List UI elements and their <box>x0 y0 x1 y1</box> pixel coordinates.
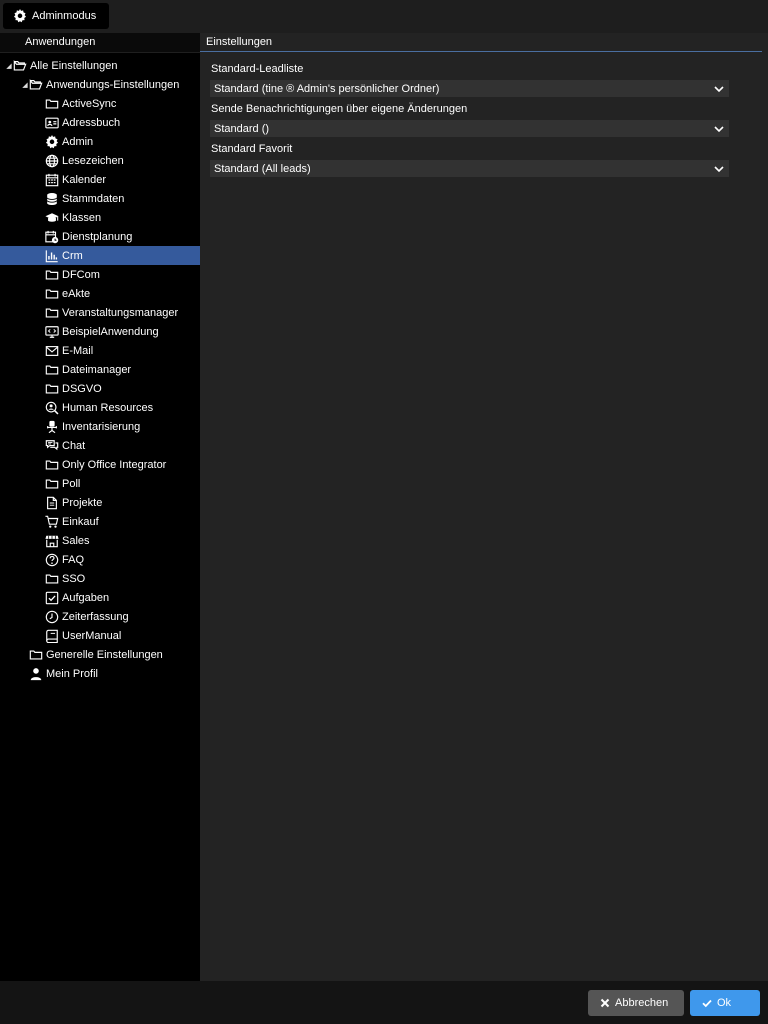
document-icon <box>45 496 59 510</box>
sidebar-header: Anwendungen <box>0 33 200 53</box>
settings-panel: Einstellungen Standard-Leadliste Standar… <box>200 33 768 981</box>
chevron-down-icon <box>714 85 724 92</box>
folder-icon <box>45 458 59 472</box>
graduation-cap-icon <box>45 211 59 225</box>
question-circle-icon <box>45 553 59 567</box>
top-toolbar: Adminmodus <box>0 0 768 33</box>
folder-icon <box>45 268 59 282</box>
adminmodus-label: Adminmodus <box>32 10 97 22</box>
calendar-icon <box>45 173 59 187</box>
close-icon <box>600 998 610 1008</box>
dialog-footer: Abbrechen Ok <box>0 981 768 1024</box>
check-icon <box>702 999 712 1008</box>
tree-item-label: Kalender <box>62 173 107 186</box>
gear-icon <box>45 134 59 149</box>
sidebar: Anwendungen ◢ Alle Einstellungen ◢ Anwendun… <box>0 33 237 981</box>
folder-icon <box>45 306 59 320</box>
store-icon <box>45 534 59 548</box>
cancel-label: Abbrechen <box>615 997 669 1009</box>
tree-item-label: Lesezeichen <box>62 154 124 167</box>
tree-item-mein-profil[interactable]: Mein Profil <box>0 664 221 683</box>
folder-icon <box>45 572 59 586</box>
chevron-down-icon <box>714 125 724 132</box>
tree-item-label: SSO <box>62 572 86 585</box>
folder-open-icon <box>29 78 43 92</box>
favorit-select[interactable]: Standard (All leads) <box>210 160 729 177</box>
notifications-value: Standard () <box>214 122 270 135</box>
tree-item-label: Anwendungs-Einstellungen <box>46 78 180 91</box>
tree-item-label: Einkauf <box>62 515 99 528</box>
tree-item-label: Poll <box>62 477 81 490</box>
tree-item-label: Crm <box>62 249 83 262</box>
book-icon <box>45 629 59 643</box>
tree-item-label: Sales <box>62 534 90 547</box>
ok-label: Ok <box>717 997 732 1009</box>
leadliste-select[interactable]: Standard (tine ® Admin's persönlicher Or… <box>210 80 729 97</box>
address-card-icon <box>45 116 59 130</box>
tree-item-label: Generelle Einstellungen <box>46 648 163 661</box>
folder-icon <box>45 382 59 396</box>
office-chair-icon <box>45 420 59 434</box>
field-label-notifications: Sende Benachrichtigungen über eigene Änd… <box>211 103 468 115</box>
tree-item-label: Alle Einstellungen <box>30 59 118 72</box>
tree-item-label: Dienstplanung <box>62 230 133 243</box>
leadliste-value: Standard (tine ® Admin's persönlicher Or… <box>214 82 440 95</box>
user-icon <box>29 667 43 681</box>
expand-arrow-icon[interactable]: ◢ <box>5 62 13 70</box>
tree-item-label: BeispielAnwendung <box>62 325 159 338</box>
tree-item-label: Inventarisierung <box>62 420 141 433</box>
envelope-icon <box>45 344 59 358</box>
clock-icon <box>45 610 59 624</box>
tree-item-generelle-einstellungen[interactable]: Generelle Einstellungen <box>0 645 221 664</box>
tree-item-label: E-Mail <box>62 344 94 357</box>
bar-chart-icon <box>45 249 59 263</box>
tree-item-alle-einstellungen[interactable]: ◢ Alle Einstellungen <box>0 56 205 75</box>
cart-icon <box>45 515 59 529</box>
folder-icon <box>45 363 59 377</box>
database-icon <box>45 192 59 206</box>
field-label-leadliste: Standard-Leadliste <box>211 63 304 75</box>
cancel-button[interactable]: Abbrechen <box>588 990 684 1016</box>
tree-item-anwendungs-einstellungen[interactable]: ◢ Anwendungs-Einstellungen <box>0 75 221 94</box>
tree-item-label: Klassen <box>62 211 102 224</box>
tree-item-label: Human Resources <box>62 401 154 414</box>
tree-item-label: Adressbuch <box>62 116 121 129</box>
folder-icon <box>45 287 59 301</box>
tree-item-label: Mein Profil <box>46 667 98 680</box>
adminmodus-button[interactable]: Adminmodus <box>3 3 109 29</box>
folder-icon <box>45 97 59 111</box>
chat-icon <box>45 439 59 453</box>
tree-item-label: Only Office Integrator <box>62 458 167 471</box>
tree-item-label: Stammdaten <box>62 192 125 205</box>
globe-icon <box>45 154 59 168</box>
tree-item-label: FAQ <box>62 553 85 566</box>
tree-item-label: eAkte <box>62 287 91 300</box>
folder-open-icon <box>13 59 27 73</box>
tree-item-label: DSGVO <box>62 382 102 395</box>
field-label-favorit: Standard Favorit <box>211 143 293 155</box>
tree-item-label: Veranstaltungsmanager <box>62 306 179 319</box>
tree-item-label: Chat <box>62 439 86 452</box>
ok-button[interactable]: Ok <box>690 990 760 1016</box>
expand-arrow-icon[interactable]: ◢ <box>21 81 29 89</box>
chevron-down-icon <box>714 165 724 172</box>
folder-icon <box>29 648 43 662</box>
checkbox-icon <box>45 591 59 605</box>
tree-item-label: Dateimanager <box>62 363 132 376</box>
user-search-icon <box>45 401 59 415</box>
tree-item-label: ActiveSync <box>62 97 117 110</box>
tree-item-label: Aufgaben <box>62 591 110 604</box>
favorit-value: Standard (All leads) <box>214 162 311 175</box>
calendar-clock-icon <box>45 230 59 244</box>
panel-title: Einstellungen <box>200 33 762 52</box>
notifications-select[interactable]: Standard () <box>210 120 729 137</box>
monitor-code-icon <box>45 325 59 339</box>
tree-item-label: Zeiterfassung <box>62 610 129 623</box>
tree-item-label: UserManual <box>62 629 122 642</box>
tree-item-label: Projekte <box>62 496 103 509</box>
folder-icon <box>45 477 59 491</box>
gear-icon <box>13 9 27 23</box>
tree-item-label: Admin <box>62 135 94 148</box>
tree-item-label: DFCom <box>62 268 100 281</box>
